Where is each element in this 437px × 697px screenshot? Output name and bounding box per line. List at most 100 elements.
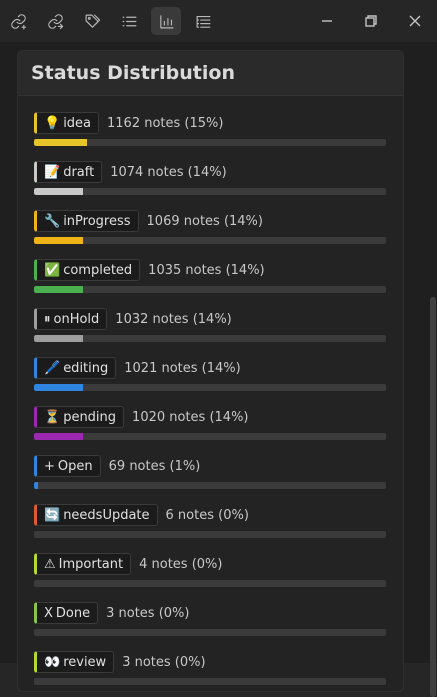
status-row: 👀 review 3 notes (0%): [34, 650, 386, 691]
status-emoji-icon: X: [44, 605, 53, 621]
status-count: 4 notes (0%): [139, 556, 223, 572]
status-row-header: ⚠ Important 4 notes (0%): [34, 552, 386, 576]
progress-track: [34, 188, 386, 195]
status-count: 1032 notes (14%): [115, 311, 232, 327]
progress-fill: [34, 482, 38, 489]
status-list: 💡 idea 1162 notes (15%) 📝 draft 1074 notes (1…: [34, 111, 386, 691]
status-emoji-icon: ⏸: [44, 311, 51, 327]
status-emoji-icon: 🖊️: [44, 360, 61, 376]
status-count: 69 notes (1%): [108, 458, 201, 474]
status-row-header: ⏳ pending 1020 notes (14%): [34, 405, 386, 429]
status-row: ⏸ onHold 1032 notes (14%): [34, 307, 386, 356]
status-row-header: ✅ completed 1035 notes (14%): [34, 258, 386, 282]
bar-chart-icon[interactable]: [151, 7, 181, 35]
status-tag[interactable]: 🖊️ editing: [34, 357, 117, 379]
status-row: X Done 3 notes (0%): [34, 601, 386, 650]
status-row-header: ⏸ onHold 1032 notes (14%): [34, 307, 386, 331]
status-row-header: 🔧 inProgress 1069 notes (14%): [34, 209, 386, 233]
status-label: pending: [63, 409, 117, 425]
status-row-header: 👀 review 3 notes (0%): [34, 650, 386, 674]
status-label: needsUpdate: [63, 507, 150, 523]
status-count: 1074 notes (14%): [110, 164, 227, 180]
status-row: + Open 69 notes (1%): [34, 454, 386, 503]
status-label: review: [63, 654, 107, 670]
link-icon[interactable]: [3, 7, 33, 35]
share-link-icon[interactable]: [40, 7, 70, 35]
status-tag[interactable]: 🔄 needsUpdate: [34, 504, 158, 526]
restore-icon[interactable]: [354, 7, 388, 35]
tags-icon[interactable]: [77, 7, 107, 35]
progress-fill: [34, 335, 84, 342]
status-emoji-icon: +: [44, 458, 55, 474]
status-emoji-icon: ✅: [44, 262, 61, 278]
status-label: inProgress: [63, 213, 131, 229]
status-tag[interactable]: 👀 review: [34, 651, 115, 673]
close-icon[interactable]: [398, 7, 432, 35]
status-label: idea: [63, 115, 92, 131]
toolbar: [0, 0, 437, 42]
progress-track: [34, 384, 386, 391]
status-count: 3 notes (0%): [122, 654, 206, 670]
status-emoji-icon: 👀: [44, 654, 61, 670]
status-distribution-card: Status Distribution 💡 idea 1162 notes (15%…: [17, 50, 404, 692]
minimize-icon[interactable]: [310, 7, 344, 35]
status-label: draft: [63, 164, 95, 180]
status-row-header: 🔄 needsUpdate 6 notes (0%): [34, 503, 386, 527]
progress-fill: [34, 237, 84, 244]
status-row: ✅ completed 1035 notes (14%): [34, 258, 386, 307]
status-tag[interactable]: 📝 draft: [34, 161, 103, 183]
status-count: 1162 notes (15%): [107, 115, 224, 131]
status-tag[interactable]: ⚠ Important: [34, 553, 132, 575]
status-row-header: + Open 69 notes (1%): [34, 454, 386, 478]
status-row-header: 📝 draft 1074 notes (14%): [34, 160, 386, 184]
progress-track: [34, 678, 386, 685]
status-panel: Status Distribution 💡 idea 1162 notes (15%…: [0, 42, 437, 697]
progress-fill: [34, 433, 84, 440]
status-label: onHold: [53, 311, 100, 327]
status-count: 1021 notes (14%): [124, 360, 241, 376]
status-emoji-icon: 🔄: [44, 507, 61, 523]
status-tag[interactable]: + Open: [34, 455, 101, 477]
status-row: ⏳ pending 1020 notes (14%): [34, 405, 386, 454]
status-emoji-icon: ⏳: [44, 409, 61, 425]
progress-fill: [34, 384, 84, 391]
outline-icon[interactable]: [188, 7, 218, 35]
page-title: Status Distribution: [31, 62, 235, 84]
progress-track: [34, 237, 386, 244]
status-count: 3 notes (0%): [106, 605, 190, 621]
status-label: Open: [57, 458, 93, 474]
status-row: 📝 draft 1074 notes (14%): [34, 160, 386, 209]
status-tag[interactable]: 🔧 inProgress: [34, 210, 139, 232]
list-icon[interactable]: [114, 7, 144, 35]
status-row-header: 💡 idea 1162 notes (15%): [34, 111, 386, 135]
status-row: ⚠ Important 4 notes (0%): [34, 552, 386, 601]
status-tag[interactable]: ✅ completed: [34, 259, 141, 281]
status-label: completed: [63, 262, 133, 278]
progress-track: [34, 286, 386, 293]
status-count: 1069 notes (14%): [146, 213, 263, 229]
progress-track: [34, 531, 386, 538]
status-label: editing: [63, 360, 109, 376]
progress-track: [34, 629, 386, 636]
scrollbar[interactable]: [430, 297, 436, 697]
status-row: 💡 idea 1162 notes (15%): [34, 111, 386, 160]
status-count: 6 notes (0%): [165, 507, 249, 523]
progress-track: [34, 482, 386, 489]
progress-track: [34, 335, 386, 342]
status-emoji-icon: 🔧: [44, 213, 61, 229]
status-tag[interactable]: X Done: [34, 602, 99, 624]
status-emoji-icon: ⚠: [44, 556, 56, 572]
status-tag[interactable]: ⏸ onHold: [34, 308, 108, 330]
status-row: 🖊️ editing 1021 notes (14%): [34, 356, 386, 405]
progress-fill: [34, 188, 84, 195]
status-label: Done: [55, 605, 91, 621]
status-tag[interactable]: 💡 idea: [34, 112, 100, 134]
status-emoji-icon: 📝: [44, 164, 61, 180]
progress-track: [34, 433, 386, 440]
status-count: 1020 notes (14%): [132, 409, 249, 425]
card-header: Status Distribution: [18, 51, 403, 96]
status-count: 1035 notes (14%): [148, 262, 265, 278]
status-row: 🔄 needsUpdate 6 notes (0%): [34, 503, 386, 552]
status-emoji-icon: 💡: [44, 115, 61, 131]
status-tag[interactable]: ⏳ pending: [34, 406, 125, 428]
